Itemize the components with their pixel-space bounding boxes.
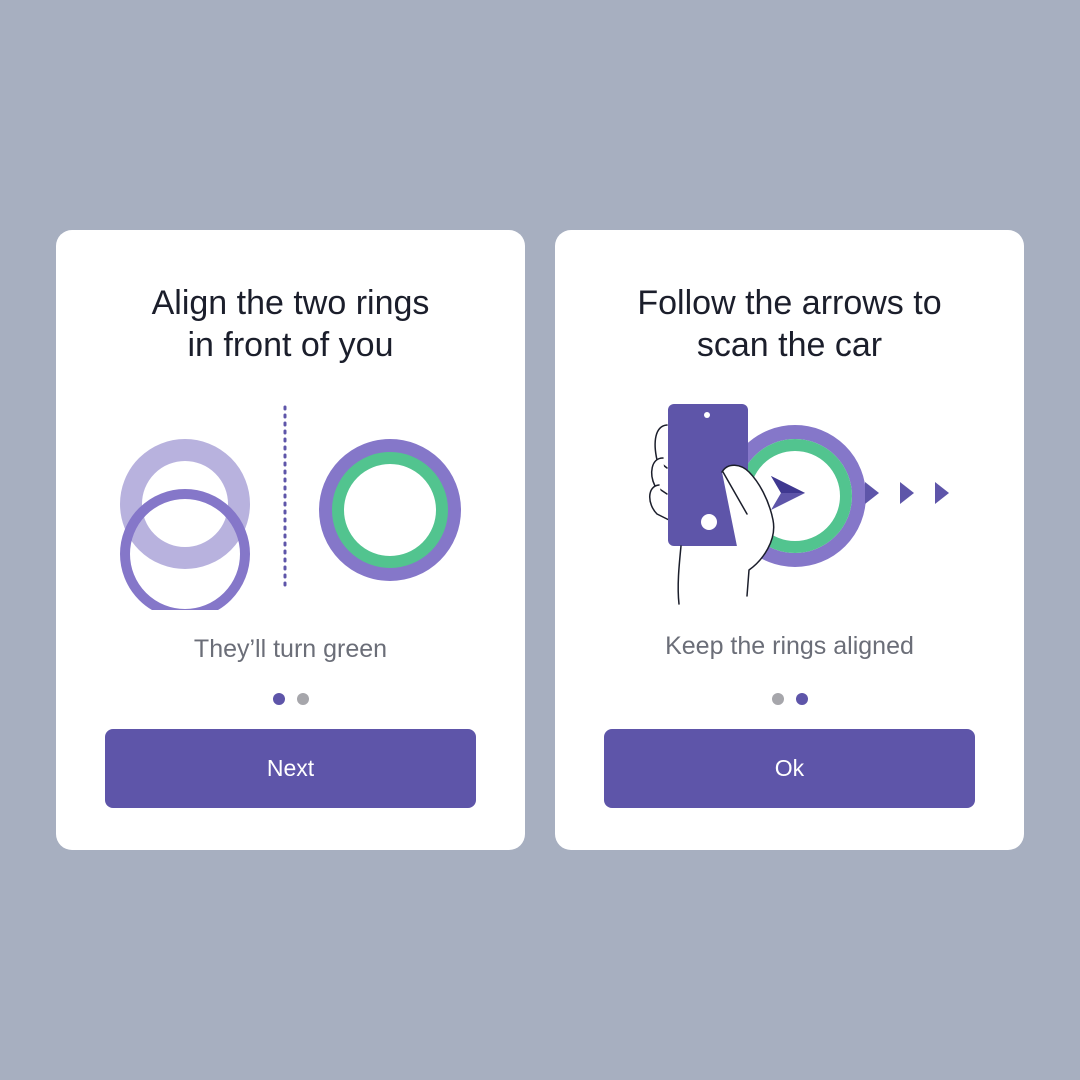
card-title: Align the two rings in front of you bbox=[56, 282, 525, 366]
rings-alignment-icon bbox=[120, 405, 461, 610]
pagination-dot-active bbox=[272, 693, 285, 705]
pagination-dots bbox=[555, 693, 1024, 705]
aligned-ring-inner bbox=[332, 452, 448, 568]
title-line: in front of you bbox=[187, 326, 394, 364]
direction-arrows-icon bbox=[865, 482, 949, 504]
aligned-ring-outer bbox=[319, 439, 461, 581]
pagination-dot bbox=[771, 693, 784, 705]
card-subtitle: They’ll turn green bbox=[193, 635, 388, 663]
next-button[interactable]: Next bbox=[105, 729, 476, 808]
ok-button[interactable]: Ok bbox=[604, 729, 975, 808]
onboarding-card-scan-car: Follow the arrows to scan the car Keep t… bbox=[555, 230, 1024, 850]
title-line: Align the two rings bbox=[151, 284, 430, 322]
pagination-dot bbox=[296, 693, 309, 705]
pagination-dots bbox=[56, 693, 525, 705]
title-line: scan the car bbox=[696, 326, 883, 364]
onboarding-card-align-rings: Align the two rings in front of you They… bbox=[56, 230, 525, 850]
phone-scan-arrows-icon bbox=[649, 404, 949, 605]
title-line: Follow the arrows to bbox=[637, 284, 942, 322]
card-title: Follow the arrows to scan the car bbox=[555, 282, 1024, 366]
hand-icon bbox=[649, 424, 670, 521]
card-subtitle: Keep the rings aligned bbox=[665, 632, 914, 660]
pagination-dot-active bbox=[795, 693, 808, 705]
